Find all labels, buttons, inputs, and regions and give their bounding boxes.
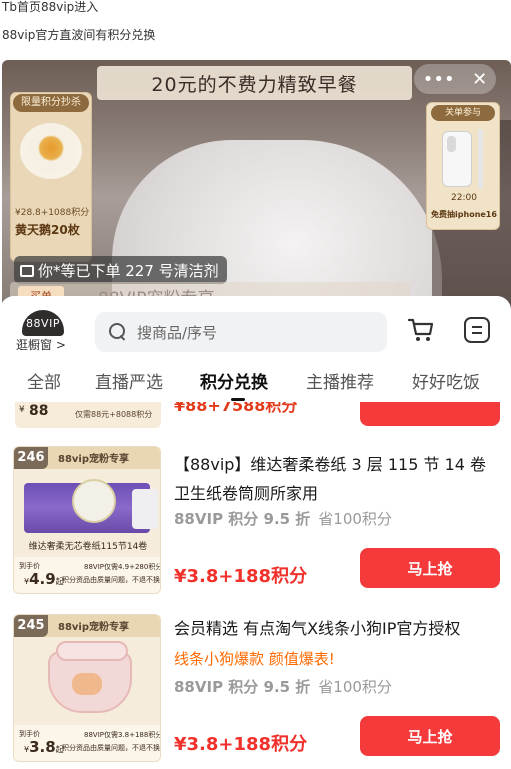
thumb-tag: 88vip宠粉专享 [58, 622, 130, 633]
tab-live-picks[interactable]: 直播严选 [95, 368, 163, 393]
thumb-tag: 88vip宠粉专享 [58, 454, 130, 465]
close-icon[interactable]: ✕ [472, 69, 487, 90]
grab-button[interactable]: 马上抢 [360, 548, 500, 588]
lottery-time: 22:00 [451, 193, 477, 203]
saving-text: 省100积分 [318, 510, 392, 528]
product-price: ¥3.8+188积分 [174, 566, 308, 587]
discount-text: 88VIP 积分 9.5 折 [174, 678, 311, 696]
search-icon [109, 323, 127, 341]
lottery-name: 免费抽iphone16 [431, 210, 497, 219]
product-sheet: 88VIP 逛橱窗 > 搜商品/序号 全部 直播严选 积分兑换 主播推荐 好好吃… [0, 296, 511, 769]
active-tab-indicator [231, 398, 245, 401]
thumb-price-value: 3.8 [29, 738, 56, 756]
live-video[interactable]: 20元的不费力精致早餐 ••• ✕ 限量积分抄杀 ¥28.8+1088积分 黄天… [2, 60, 511, 310]
saving-text: 省100积分 [318, 678, 392, 696]
grab-button[interactable] [360, 402, 500, 426]
flash-sale-price: ¥28.8+1088积分 [15, 208, 90, 218]
product-thumb[interactable]: 246 88vip宠粉专享 维达奢柔无芯卷纸115节14卷 到手价 ¥4.9起 … [13, 446, 161, 594]
product-thumb[interactable]: 245 88vip宠粉专享 到手价 ¥3.8起 88VIP仅需3.8+188积分… [13, 614, 161, 762]
cart-icon[interactable] [407, 316, 435, 344]
tissue-image [24, 479, 158, 533]
flash-sale-card[interactable]: 限量积分抄杀 ¥28.8+1088积分 黄天鹅20枚 [10, 92, 92, 262]
product-price: ¥3.8+188积分 [174, 734, 308, 755]
product-title[interactable]: 会员精选 有点淘气X线条小狗IP官方授权 [174, 618, 496, 640]
thumb-price-area: 到手价 ¥4.9起 88VIP仅需4.9+280积分 积分资品由质量问题，不退不… [14, 557, 161, 593]
live-controls: ••• ✕ [414, 64, 496, 94]
page-header: Tb首页88vip进入 88vip官方直波间有积分兑换 [0, 0, 511, 58]
list-item-partial[interactable]: ¥ 88 仅需88元+8088积分 ¥88+7588积分 [0, 402, 511, 428]
order-toast-text: 你*等已下单 227 号清洁剂 [38, 261, 219, 280]
header-caption-2: 88vip官方直波间有积分兑换 [2, 28, 156, 42]
points-discount: 88VIP 积分 9.5 折省100积分 [174, 508, 392, 529]
thumb-line-2: 积分资品由质量问题，不退不换 [62, 576, 160, 584]
category-tabs: 全部 直播严选 积分兑换 主播推荐 好好吃饭 [0, 368, 511, 402]
thumb-caption: 仅需88元+8088积分 [75, 410, 153, 419]
search-input[interactable]: 搜商品/序号 [95, 312, 387, 352]
product-title[interactable]: 【88vip】维达奢柔卷纸 3 层 115 节 14 卷卫生纸卷筒厕所家用 [174, 450, 496, 508]
flash-sale-name: 黄天鹅20枚 [15, 223, 80, 237]
grab-button[interactable]: 马上抢 [360, 716, 500, 756]
order-toast: 你*等已下单 227 号清洁剂 [14, 256, 227, 284]
thumb-line-1: 88VIP仅需4.9+280积分 [84, 563, 161, 571]
phone-image [442, 131, 472, 187]
tab-points-exchange[interactable]: 积分兑换 [200, 368, 268, 393]
order-list-icon[interactable] [464, 317, 490, 343]
list-item[interactable]: 245 88vip宠粉专享 到手价 ¥3.8起 88VIP仅需3.8+188积分… [0, 614, 511, 769]
thumb-price-area: 到手价 ¥3.8起 88VIP仅需3.8+188积分 积分资品由质量问题，不退不… [14, 725, 161, 761]
thumb-desc: 维达奢柔无芯卷纸115节14卷 [28, 542, 148, 552]
more-icon[interactable]: ••• [423, 69, 455, 90]
shop-window-link[interactable]: 逛橱窗 > [16, 336, 66, 353]
tab-eat-well[interactable]: 好好吃饭 [412, 368, 480, 393]
thumb-price-value: 4.9 [29, 570, 56, 588]
tab-host-recommend[interactable]: 主播推荐 [306, 368, 374, 393]
search-placeholder: 搜商品/序号 [137, 323, 218, 342]
product-price: ¥88+7588积分 [174, 402, 298, 415]
lottery-card[interactable]: 关单参与 22:00 免费抽iphone16 [426, 102, 500, 230]
thumb-price: 88 [29, 403, 49, 419]
tab-all[interactable]: 全部 [27, 368, 61, 393]
thumb-price: ¥4.9起 [24, 570, 64, 588]
cable-image [478, 129, 483, 189]
header-caption-1: Tb首页88vip进入 [2, 0, 99, 14]
thumb-currency: ¥ [19, 405, 25, 415]
product-number: 245 [14, 615, 48, 637]
egg-image [20, 123, 82, 179]
bowl-image [48, 641, 132, 713]
thumb-price: ¥3.8起 [24, 738, 64, 756]
list-item[interactable]: 246 88vip宠粉专享 维达奢柔无芯卷纸115节14卷 到手价 ¥4.9起 … [0, 446, 511, 606]
flash-sale-tag: 限量积分抄杀 [13, 94, 89, 112]
thumb-line-1: 88VIP仅需3.8+188积分 [84, 731, 161, 739]
thumb-line-2: 积分资品由质量问题，不退不换 [62, 744, 160, 752]
points-discount: 88VIP 积分 9.5 折省100积分 [174, 676, 392, 697]
product-subtitle: 线条小狗爆款 颜值爆表! [174, 650, 335, 668]
product-thumb: ¥ 88 仅需88元+8088积分 [15, 402, 161, 428]
product-number: 246 [14, 447, 48, 469]
shop-logo[interactable]: 88VIP [22, 310, 64, 336]
live-title-banner: 20元的不费力精致早餐 [97, 66, 412, 100]
lottery-tag: 关单参与 [431, 105, 495, 121]
shopping-bag-icon [20, 265, 34, 277]
discount-text: 88VIP 积分 9.5 折 [174, 510, 311, 528]
